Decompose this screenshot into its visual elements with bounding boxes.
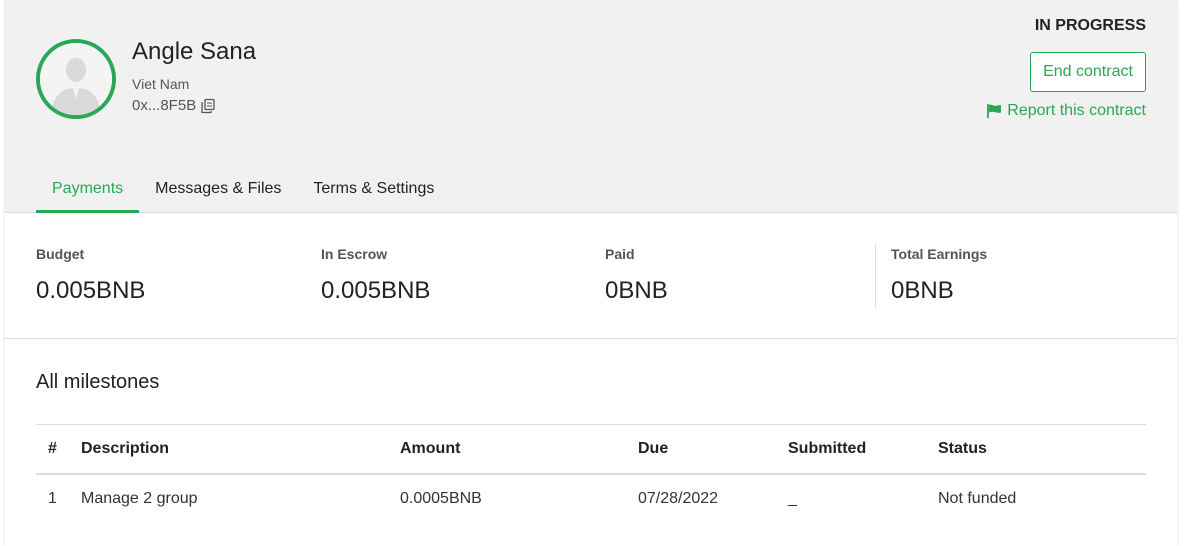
column-header-due: Due	[638, 440, 669, 457]
column-header-number: #	[48, 440, 57, 457]
wallet-address-text: 0x...8F5B	[132, 97, 197, 114]
stat-budget-value: 0.005BNB	[36, 277, 146, 304]
contract-status: IN PROGRESS	[1034, 17, 1146, 34]
milestone-amount: 0.0005BNB	[400, 490, 482, 507]
contract-card: Angle Sana Viet Nam 0x...8F5B IN PROGRES…	[5, 0, 1177, 546]
milestone-submitted: _	[788, 490, 797, 507]
report-contract-link[interactable]: Report this contract	[986, 102, 1146, 120]
tab-payments[interactable]: Payments	[36, 170, 140, 213]
milestone-number: 1	[48, 490, 57, 507]
milestone-description: Manage 2 group	[81, 490, 198, 507]
copy-icon[interactable]	[200, 98, 216, 114]
milestones-table: # Description Amount Due Submitted Statu…	[36, 424, 1146, 525]
stat-escrow-value: 0.005BNB	[321, 277, 431, 304]
milestone-status: Not funded	[938, 490, 1017, 507]
payment-stats: Budget 0.005BNB In Escrow 0.005BNB Paid …	[5, 214, 1177, 339]
stats-divider	[875, 244, 876, 308]
contract-tabs: Payments Messages & Files Terms & Settin…	[36, 170, 450, 213]
end-contract-button[interactable]: End contract	[1030, 52, 1146, 92]
column-header-submitted: Submitted	[788, 440, 867, 457]
stat-budget-label: Budget	[36, 246, 85, 262]
flag-icon	[987, 104, 1002, 118]
contract-header: Angle Sana Viet Nam 0x...8F5B IN PROGRES…	[5, 0, 1177, 213]
tab-messages-files[interactable]: Messages & Files	[139, 170, 297, 213]
column-header-status: Status	[938, 440, 987, 457]
table-header: # Description Amount Due Submitted Statu…	[36, 425, 1146, 475]
table-row[interactable]: 1 Manage 2 group 0.0005BNB 07/28/2022 _ …	[36, 475, 1146, 525]
wallet-address: 0x...8F5B	[132, 97, 216, 114]
milestone-due: 07/28/2022	[638, 490, 719, 507]
stat-paid-value: 0BNB	[605, 277, 668, 304]
column-header-description: Description	[81, 440, 170, 457]
tab-terms-settings[interactable]: Terms & Settings	[297, 170, 450, 213]
avatar	[36, 39, 116, 119]
user-country: Viet Nam	[132, 76, 190, 92]
column-header-amount: Amount	[400, 440, 461, 457]
user-avatar-icon	[40, 43, 112, 115]
user-name: Angle Sana	[132, 38, 257, 65]
stat-escrow-label: In Escrow	[321, 246, 388, 262]
report-contract-label: Report this contract	[1007, 102, 1146, 119]
milestones-title: All milestones	[36, 371, 160, 393]
stat-earnings-value: 0BNB	[891, 277, 954, 304]
stat-earnings-label: Total Earnings	[891, 246, 988, 262]
stat-paid-label: Paid	[605, 246, 635, 262]
